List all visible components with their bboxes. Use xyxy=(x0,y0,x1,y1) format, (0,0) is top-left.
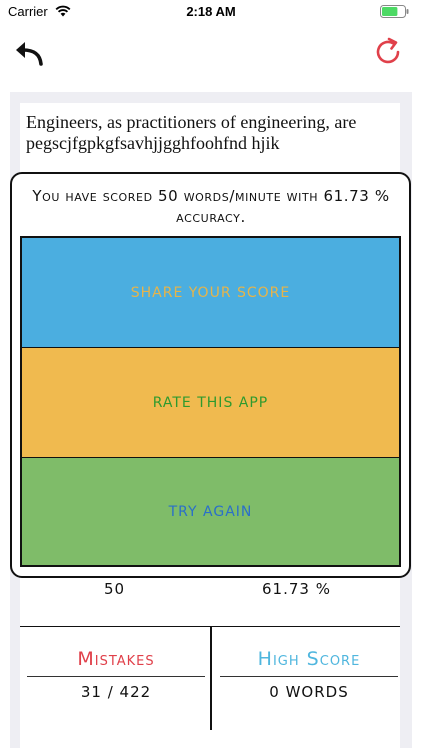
wpm-value: 50 xyxy=(104,580,126,598)
share-score-button[interactable]: Share your score xyxy=(22,238,399,348)
high-score-value: 0 words xyxy=(269,683,349,701)
status-bar: Carrier 2:18 AM xyxy=(0,0,422,24)
accuracy-value: 61.73 % xyxy=(262,580,331,598)
battery-icon xyxy=(380,5,409,18)
back-button[interactable] xyxy=(14,38,44,66)
result-actions: Share your score Rate this app Try again xyxy=(20,236,401,567)
typing-passage: Engineers, as practitioners of engineeri… xyxy=(26,112,357,153)
mistakes-stat: Mistakes 31 / 422 xyxy=(26,648,206,701)
status-clock: 2:18 AM xyxy=(186,4,236,19)
mistakes-rule xyxy=(27,676,205,677)
result-message: You have scored 50 words/minute with 61.… xyxy=(32,187,390,226)
try-again-button[interactable]: Try again xyxy=(22,458,399,565)
high-score-rule xyxy=(220,676,398,677)
mistakes-value: 31 / 422 xyxy=(80,683,152,701)
high-score-stat: High Score 0 words xyxy=(219,648,399,701)
high-score-label: High Score xyxy=(257,648,361,670)
rate-app-button[interactable]: Rate this app xyxy=(22,348,399,458)
refresh-button[interactable] xyxy=(372,36,404,68)
back-arrow-icon xyxy=(16,42,43,66)
mistakes-label: Mistakes xyxy=(77,648,155,670)
stats-column-divider xyxy=(210,626,212,730)
refresh-icon xyxy=(376,37,400,64)
